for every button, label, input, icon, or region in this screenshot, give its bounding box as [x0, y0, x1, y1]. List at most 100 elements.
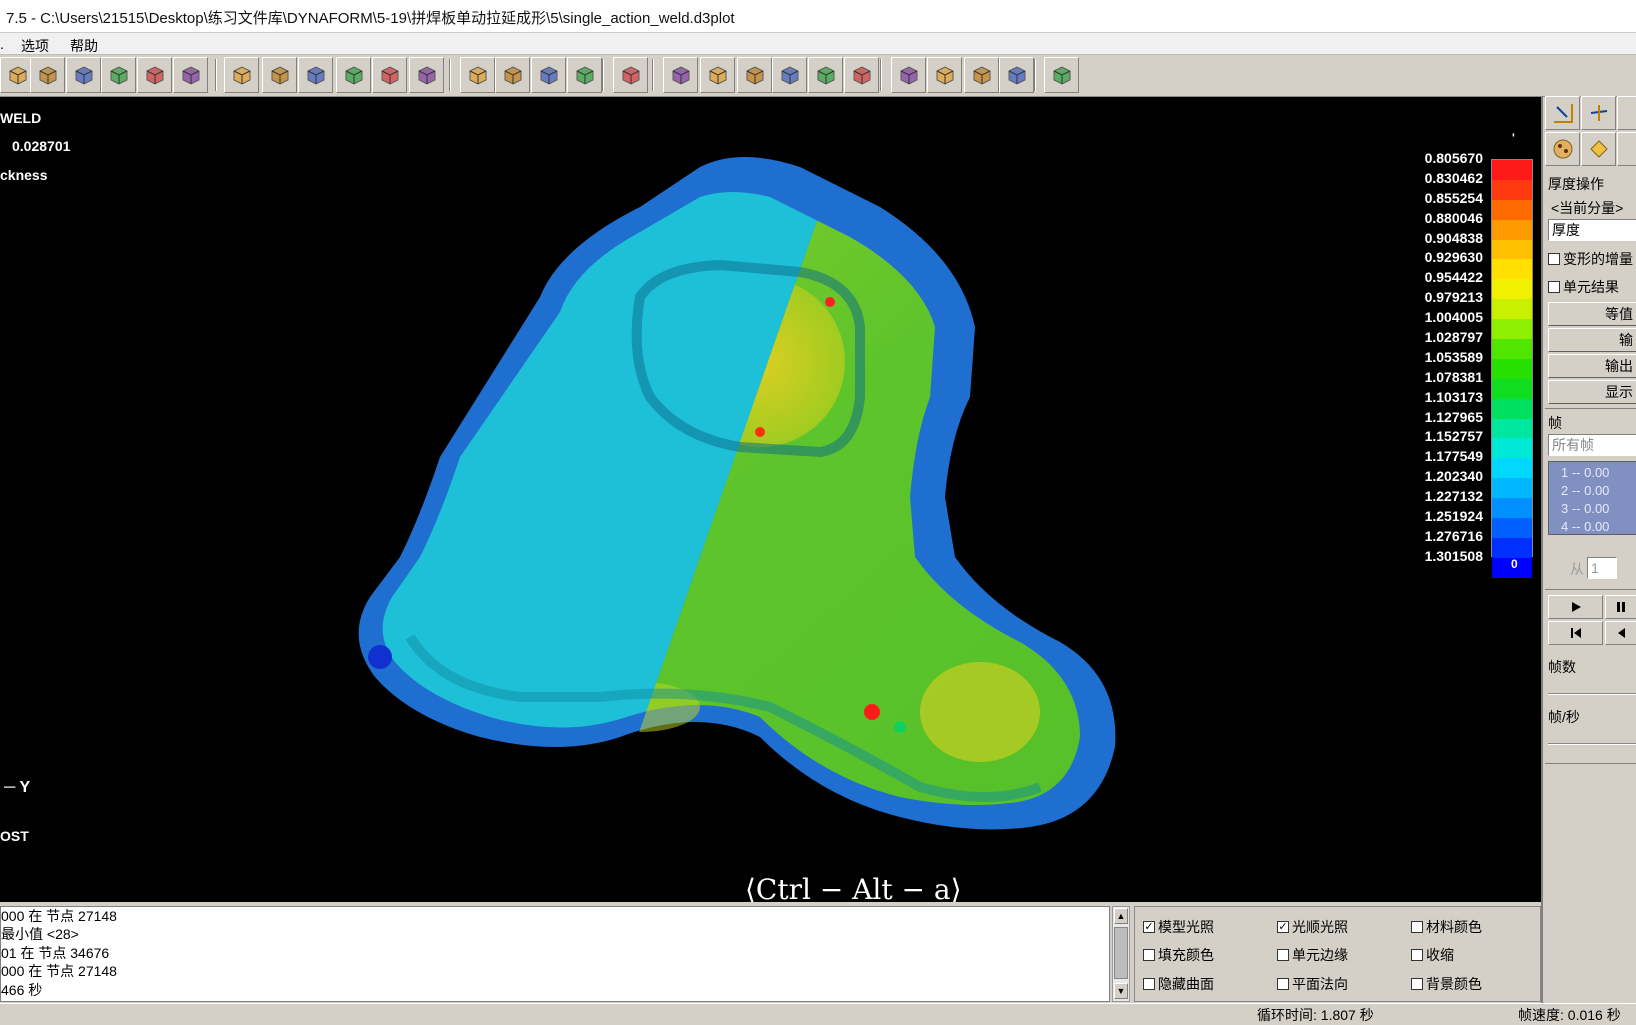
legend-color-swatch — [1492, 398, 1532, 419]
view-cube-3-icon[interactable] — [531, 57, 566, 93]
section-icon[interactable] — [891, 57, 926, 93]
console-line: 01 在 节点 34676 — [1, 944, 110, 961]
brush-icon[interactable] — [613, 57, 648, 93]
hide-surface-checkbox[interactable] — [1143, 978, 1155, 991]
input-button[interactable]: 输 — [1548, 328, 1636, 352]
material-color-option[interactable]: 材料颜色 — [1411, 917, 1482, 937]
contour-icon[interactable] — [964, 57, 999, 93]
zoom-window-icon[interactable] — [336, 57, 371, 93]
divider — [1545, 589, 1636, 590]
frame-item[interactable]: 2 -- 0.00 — [1561, 482, 1609, 500]
view-cube-4-icon[interactable] — [567, 57, 602, 93]
frame-item[interactable]: 3 -- 0.00 — [1561, 500, 1609, 518]
fps-slider[interactable] — [1548, 743, 1636, 745]
scroll-thumb[interactable] — [1114, 927, 1128, 979]
message-console[interactable]: 000 在 节点 27148 最小值 <28> 01 在 节点 34676 000 在… — [0, 906, 1110, 1002]
panel-tool-5-icon[interactable] — [1581, 132, 1616, 166]
fill-color-option[interactable]: 填充颜色 — [1143, 945, 1214, 965]
element-result-option[interactable]: 单元结果 — [1548, 277, 1619, 297]
panel-tool-4-icon[interactable] — [1545, 132, 1580, 166]
frame-item[interactable]: 1 -- 0.00 — [1561, 464, 1609, 482]
legend-value: 1.004005 — [1424, 309, 1483, 326]
angle-theta2-icon[interactable] — [808, 57, 843, 93]
all-frames-select[interactable]: 所有帧 — [1548, 434, 1636, 456]
plane-normal-label: 平面法向 — [1292, 976, 1348, 992]
hide-surface-option[interactable]: 隐藏曲面 — [1143, 974, 1214, 994]
view-side-icon[interactable] — [101, 57, 136, 93]
legend-value: 1.301508 — [1424, 547, 1483, 564]
shrink-checkbox[interactable] — [1411, 949, 1423, 962]
element-result-checkbox[interactable] — [1548, 281, 1560, 294]
view-cube-1-icon[interactable] — [460, 57, 495, 93]
angle-theta-icon[interactable] — [772, 57, 807, 93]
menu-options[interactable]: 选项 — [21, 36, 49, 56]
fit-icon[interactable] — [372, 57, 407, 93]
element-edge-option[interactable]: 单元边缘 — [1277, 945, 1348, 965]
frame-list[interactable]: 1 -- 0.00 2 -- 0.00 3 -- 0.00 4 -- 0.00 — [1548, 461, 1636, 535]
graphics-viewport[interactable]: WELD 0.028701 ckness ─ Y OST ⟨Ctrl − Alt… — [0, 97, 1541, 902]
play-button[interactable] — [1548, 595, 1603, 619]
deform-increment-option[interactable]: 变形的增量 — [1548, 249, 1633, 269]
fill-color-checkbox[interactable] — [1143, 949, 1155, 962]
legend-color-swatch — [1492, 259, 1532, 280]
scroll-up-icon[interactable]: ▲ — [1114, 908, 1128, 924]
element-edge-checkbox[interactable] — [1277, 949, 1289, 962]
frame-icon[interactable] — [409, 57, 444, 93]
curve-icon[interactable] — [927, 57, 962, 93]
frame-items: 1 -- 0.00 2 -- 0.00 3 -- 0.00 4 -- 0.00 — [1561, 464, 1609, 536]
prev-frame-button[interactable] — [1605, 621, 1636, 645]
panel-tool-2-icon[interactable] — [1581, 96, 1616, 130]
material-color-checkbox[interactable] — [1411, 921, 1423, 934]
scroll-down-icon[interactable]: ▼ — [1114, 983, 1128, 999]
legend-color-swatch — [1492, 537, 1532, 558]
contour-button[interactable]: 等值 — [1548, 302, 1636, 326]
hide-surface-label: 隐藏曲面 — [1158, 976, 1214, 992]
view-cube-2-icon[interactable] — [495, 57, 530, 93]
panel-tool-6-icon[interactable] — [1617, 132, 1636, 166]
model-light-checkbox[interactable]: ✓ — [1143, 921, 1155, 934]
console-scrollbar[interactable]: ▲ ▼ — [1112, 906, 1130, 1002]
graph-icon[interactable] — [1044, 57, 1079, 93]
legend-color-swatch — [1492, 358, 1532, 379]
toolbar-separator — [652, 59, 654, 91]
view-rotate-icon[interactable] — [173, 57, 208, 93]
angle-icon[interactable] — [700, 57, 735, 93]
measure-icon[interactable] — [737, 57, 772, 93]
distance-icon[interactable] — [844, 57, 879, 93]
plane-normal-option[interactable]: 平面法向 — [1277, 974, 1348, 994]
smooth-light-option[interactable]: ✓ 光顺光照 — [1277, 917, 1348, 937]
mesh-icon[interactable] — [999, 57, 1034, 93]
panel-tool-1-icon[interactable] — [1545, 96, 1580, 130]
from-input[interactable]: 1 — [1587, 557, 1617, 579]
component-select[interactable]: 厚度 — [1548, 219, 1636, 241]
legend-color-swatch — [1492, 239, 1532, 260]
smooth-light-checkbox[interactable]: ✓ — [1277, 921, 1289, 934]
display-button[interactable]: 显示 — [1548, 380, 1636, 404]
smooth-light-label: 光顺光照 — [1292, 919, 1348, 935]
blank-contour-model — [358, 157, 1116, 830]
view-bottom-icon[interactable] — [137, 57, 172, 93]
panel-tool-3-icon[interactable] — [1617, 96, 1636, 130]
plane-normal-checkbox[interactable] — [1277, 978, 1289, 991]
rotate-icon[interactable] — [224, 57, 259, 93]
frame-count-label: 帧数 — [1548, 659, 1576, 675]
deform-checkbox[interactable] — [1548, 253, 1560, 266]
zoom-icon[interactable] — [298, 57, 333, 93]
background-color-option[interactable]: 背景颜色 — [1411, 974, 1482, 994]
first-frame-button[interactable] — [1548, 621, 1603, 645]
legend-value: 1.152757 — [1424, 428, 1483, 445]
node-icon[interactable] — [663, 57, 698, 93]
shrink-option[interactable]: 收缩 — [1411, 945, 1454, 965]
frame-item[interactable]: 4 -- 0.00 — [1561, 518, 1609, 536]
view-front-icon[interactable] — [30, 57, 65, 93]
model-light-option[interactable]: ✓ 模型光照 — [1143, 917, 1214, 937]
frame-count-slider[interactable] — [1548, 693, 1636, 695]
pause-button[interactable] — [1605, 595, 1636, 619]
menu-help[interactable]: 帮助 — [70, 36, 98, 56]
pan-icon[interactable] — [262, 57, 297, 93]
view-top-icon[interactable] — [66, 57, 101, 93]
output-button[interactable]: 输出 — [1548, 354, 1636, 378]
legend-value: 0.830462 — [1424, 169, 1483, 186]
background-color-checkbox[interactable] — [1411, 978, 1423, 991]
legend-value: 0.929630 — [1424, 249, 1483, 266]
